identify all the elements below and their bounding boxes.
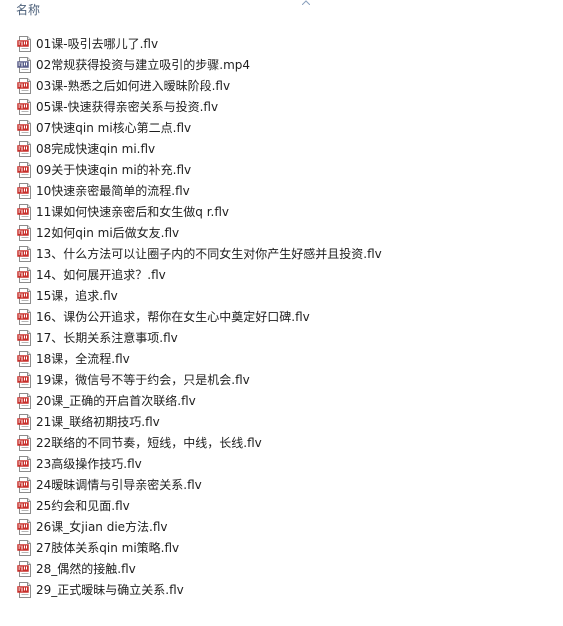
- file-list-item[interactable]: 03课-熟悉之后如何进入暧昧阶段.flv: [0, 76, 440, 97]
- file-list-item[interactable]: 24暧昧调情与引导亲密关系.flv: [0, 475, 440, 496]
- file-list-item[interactable]: 15课，追求.flv: [0, 286, 440, 307]
- file-list-item[interactable]: 08完成快速qin mi.flv: [0, 139, 440, 160]
- file-name: 13、什么方法可以让圈子内的不同女生对你产生好感并且投资.flv: [36, 247, 382, 261]
- file-list-item[interactable]: 01课-吸引去哪儿了.flv: [0, 34, 440, 55]
- file-name: 29_正式暧昧与确立关系.flv: [36, 583, 184, 597]
- flv-file-icon: [17, 456, 31, 472]
- file-list-item[interactable]: 13、什么方法可以让圈子内的不同女生对你产生好感并且投资.flv: [0, 244, 440, 265]
- file-name: 05课-快速获得亲密关系与投资.flv: [36, 100, 219, 114]
- flv-file-icon: [17, 540, 31, 556]
- file-list-item[interactable]: 05课-快速获得亲密关系与投资.flv: [0, 97, 440, 118]
- file-name: 25约会和见面.flv: [36, 499, 130, 513]
- file-list-item[interactable]: 02常规获得投资与建立吸引的步骤.mp4: [0, 55, 440, 76]
- file-list-item[interactable]: 23高级操作技巧.flv: [0, 454, 440, 475]
- flv-file-icon: [17, 225, 31, 241]
- file-name: 20课_正确的开启首次联络.flv: [36, 394, 196, 408]
- flv-file-icon: [17, 561, 31, 577]
- flv-file-icon: [17, 267, 31, 283]
- name-column-label[interactable]: 名称: [16, 2, 40, 18]
- file-list: 01课-吸引去哪儿了.flv 02常规获得投资与建立吸引的步骤.mp4 03课-熟悉…: [0, 34, 563, 601]
- flv-file-icon: [17, 477, 31, 493]
- file-name: 22联络的不同节奏，短线，中线，长线.flv: [36, 436, 262, 450]
- flv-file-icon: [17, 141, 31, 157]
- flv-file-icon: [17, 183, 31, 199]
- file-name: 21课_联络初期技巧.flv: [36, 415, 160, 429]
- file-list-item[interactable]: 27肢体关系qin mi策略.flv: [0, 538, 440, 559]
- file-name: 23高级操作技巧.flv: [36, 457, 142, 471]
- file-list-item[interactable]: 25约会和见面.flv: [0, 496, 440, 517]
- file-name: 16、课伪公开追求，帮你在女生心中奠定好口碑.flv: [36, 310, 310, 324]
- file-name: 15课，追求.flv: [36, 289, 118, 303]
- file-name: 07快速qin mi核心第二点.flv: [36, 121, 192, 135]
- flv-file-icon: [17, 162, 31, 178]
- flv-file-icon: [17, 372, 31, 388]
- file-name: 19课，微信号不等于约会，只是机会.flv: [36, 373, 250, 387]
- file-name: 27肢体关系qin mi策略.flv: [36, 541, 180, 555]
- column-header[interactable]: 名称: [0, 0, 563, 22]
- flv-file-icon: [17, 309, 31, 325]
- file-name: 11课如何快速亲密后和女生做q r.flv: [36, 205, 230, 219]
- flv-file-icon: [17, 351, 31, 367]
- flv-file-icon: [17, 519, 31, 535]
- file-list-item[interactable]: 12如何qin mi后做女友.flv: [0, 223, 440, 244]
- file-list-item[interactable]: 29_正式暧昧与确立关系.flv: [0, 580, 440, 601]
- file-list-item[interactable]: 07快速qin mi核心第二点.flv: [0, 118, 440, 139]
- flv-file-icon: [17, 393, 31, 409]
- file-list-item[interactable]: 20课_正确的开启首次联络.flv: [0, 391, 440, 412]
- file-list-item[interactable]: 28_偶然的接触.flv: [0, 559, 440, 580]
- sort-ascending-icon: [302, 0, 310, 5]
- flv-file-icon: [17, 78, 31, 94]
- mp4-file-icon: [17, 57, 31, 73]
- file-name: 09关于快速qin mi的补充.flv: [36, 163, 192, 177]
- file-name: 14、如何展开追求？.flv: [36, 268, 166, 282]
- file-list-item[interactable]: 14、如何展开追求？.flv: [0, 265, 440, 286]
- file-list-item[interactable]: 11课如何快速亲密后和女生做q r.flv: [0, 202, 440, 223]
- flv-file-icon: [17, 435, 31, 451]
- flv-file-icon: [17, 204, 31, 220]
- flv-file-icon: [17, 498, 31, 514]
- flv-file-icon: [17, 120, 31, 136]
- file-name: 03课-熟悉之后如何进入暧昧阶段.flv: [36, 79, 231, 93]
- flv-file-icon: [17, 330, 31, 346]
- file-list-item[interactable]: 10快速亲密最简单的流程.flv: [0, 181, 440, 202]
- file-list-item[interactable]: 21课_联络初期技巧.flv: [0, 412, 440, 433]
- file-name: 26课_女jian die方法.flv: [36, 520, 168, 534]
- file-name: 01课-吸引去哪儿了.flv: [36, 37, 159, 51]
- flv-file-icon: [17, 99, 31, 115]
- file-name: 12如何qin mi后做女友.flv: [36, 226, 180, 240]
- file-list-item[interactable]: 17、长期关系注意事项.flv: [0, 328, 440, 349]
- file-list-item[interactable]: 19课，微信号不等于约会，只是机会.flv: [0, 370, 440, 391]
- file-name: 24暧昧调情与引导亲密关系.flv: [36, 478, 202, 492]
- flv-file-icon: [17, 246, 31, 262]
- file-list-item[interactable]: 26课_女jian die方法.flv: [0, 517, 440, 538]
- flv-file-icon: [17, 36, 31, 52]
- flv-file-icon: [17, 414, 31, 430]
- flv-file-icon: [17, 288, 31, 304]
- file-name: 08完成快速qin mi.flv: [36, 142, 156, 156]
- file-list-item[interactable]: 18课，全流程.flv: [0, 349, 440, 370]
- file-name: 28_偶然的接触.flv: [36, 562, 136, 576]
- file-list-item[interactable]: 22联络的不同节奏，短线，中线，长线.flv: [0, 433, 440, 454]
- file-name: 10快速亲密最简单的流程.flv: [36, 184, 190, 198]
- file-list-item[interactable]: 09关于快速qin mi的补充.flv: [0, 160, 440, 181]
- file-name: 02常规获得投资与建立吸引的步骤.mp4: [36, 58, 251, 72]
- file-list-item[interactable]: 16、课伪公开追求，帮你在女生心中奠定好口碑.flv: [0, 307, 440, 328]
- flv-file-icon: [17, 582, 31, 598]
- file-name: 18课，全流程.flv: [36, 352, 130, 366]
- file-name: 17、长期关系注意事项.flv: [36, 331, 178, 345]
